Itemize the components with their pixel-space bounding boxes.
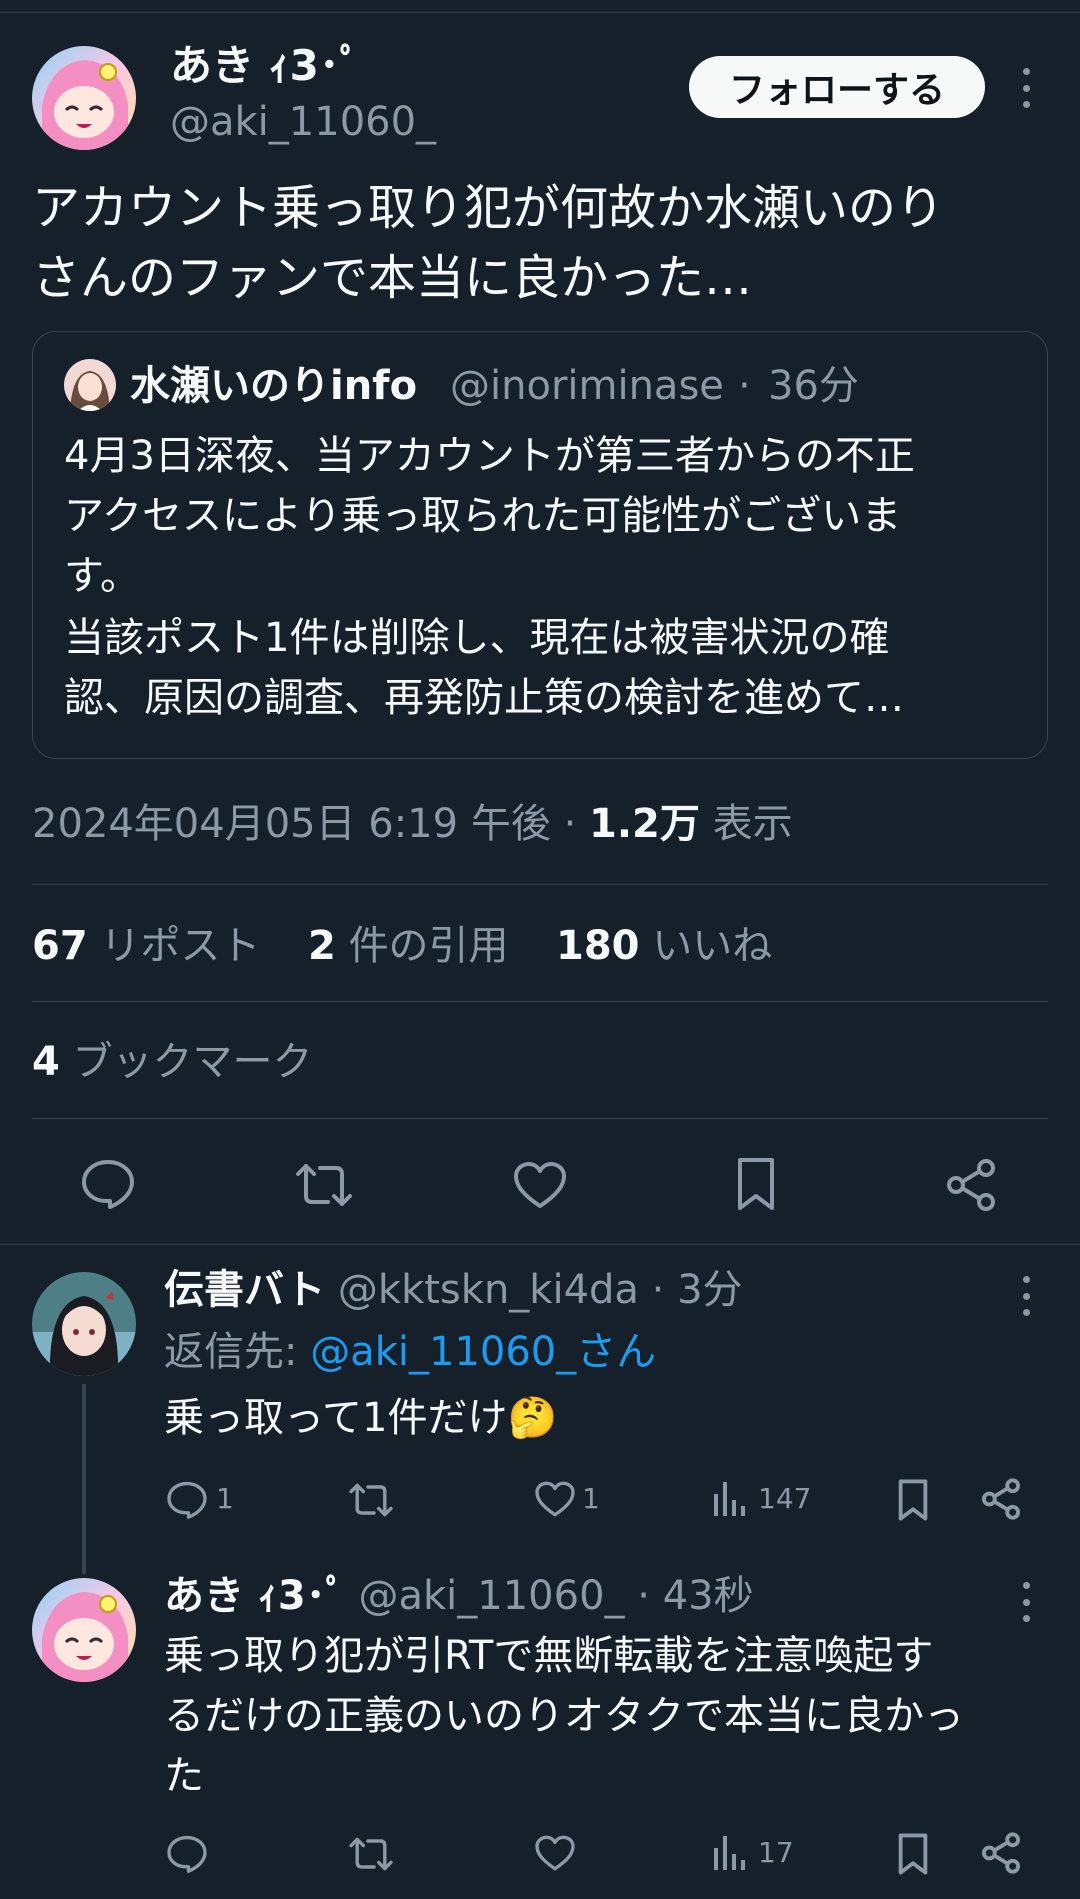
views-count: 1.2万 xyxy=(589,801,700,847)
replying-to: 返信先: @aki_11060_さん xyxy=(164,1326,656,1378)
timestamp[interactable]: 2024年04月05日 6:19 午後 xyxy=(32,801,551,847)
like-count: 1 xyxy=(582,1482,600,1515)
reply-icon[interactable] xyxy=(166,1834,208,1874)
section-divider xyxy=(0,1244,1080,1245)
more-options-icon[interactable] xyxy=(1018,1582,1034,1622)
reply-header: あき ｨ3･ﾟ @aki_11060_ · 43秒 xyxy=(164,1570,754,1622)
reply-text-line: 乗っ取り犯が引RTで無断転載を注意喚起す xyxy=(164,1633,934,1679)
thread-connector xyxy=(82,1384,86,1574)
like-icon[interactable] xyxy=(512,1160,568,1210)
quoted-text-line: アクセスにより乗っ取られた可能性がございま xyxy=(64,493,902,539)
author-name[interactable]: あき ｨ3･ﾟ xyxy=(170,40,361,92)
quoted-text-line: す。 xyxy=(64,553,140,599)
reply-header: 伝書バト @kktskn_ki4da · 3分 xyxy=(164,1264,743,1316)
quoted-author-name[interactable]: 水瀬いのりinfo xyxy=(130,360,417,412)
view-count: 147 xyxy=(758,1482,812,1515)
reply-author-name[interactable]: あき ｨ3･ﾟ xyxy=(164,1573,346,1619)
reposts-stat[interactable]: 67 リポスト xyxy=(32,920,260,972)
view-count: 17 xyxy=(758,1836,794,1869)
reply-text: 乗っ取って1件だけ🤔 xyxy=(164,1395,558,1441)
bookmark-icon[interactable] xyxy=(896,1832,930,1876)
reposts-label: リポスト xyxy=(100,923,261,969)
bookmark-icon[interactable] xyxy=(896,1478,930,1522)
reply-icon[interactable] xyxy=(80,1158,136,1210)
replying-to-prefix: 返信先: xyxy=(164,1329,311,1375)
top-divider xyxy=(0,12,1080,13)
replying-to-link[interactable]: @aki_11060_さん xyxy=(310,1329,656,1375)
repost-icon[interactable] xyxy=(348,1480,394,1520)
share-icon[interactable] xyxy=(980,1478,1022,1520)
divider xyxy=(32,1001,1048,1002)
reply-text-line: るだけの正義のいのりオタクで本当に良かっ xyxy=(164,1693,964,1739)
avatar[interactable] xyxy=(32,1272,136,1376)
divider xyxy=(32,1118,1048,1119)
bookmarks-label: ブックマーク xyxy=(72,1039,313,1085)
like-icon[interactable] xyxy=(534,1480,576,1518)
quoted-time: 36分 xyxy=(768,363,859,409)
post-text-line-2: さんのファンで本当に良かった… xyxy=(32,250,753,306)
quoted-author-avatar[interactable] xyxy=(64,359,116,411)
repost-icon[interactable] xyxy=(348,1834,394,1874)
quoted-text-line: 認、原因の調査、再発防止策の検討を進めて… xyxy=(64,675,904,721)
post-meta: 2024年04月05日 6:19 午後 · 1.2万 表示 xyxy=(32,798,793,850)
reply-separator: · xyxy=(637,1573,650,1619)
bookmark-icon[interactable] xyxy=(734,1156,778,1212)
more-options-icon[interactable] xyxy=(1018,68,1034,108)
views-icon[interactable] xyxy=(712,1480,746,1518)
quotes-label: 件の引用 xyxy=(348,923,509,969)
quoted-text-line: 当該ポスト1件は削除し、現在は被害状況の確 xyxy=(64,615,890,661)
reply-text-line: た xyxy=(164,1753,204,1799)
views-label: 表示 xyxy=(712,801,793,847)
quotes-count: 2 xyxy=(308,923,336,969)
repost-icon[interactable] xyxy=(294,1160,354,1210)
likes-label: いいね xyxy=(652,923,773,969)
quoted-separator: · xyxy=(738,363,751,409)
quoted-text-line: 4月3日深夜、当アカウントが第三者からの不正 xyxy=(64,433,915,479)
reposts-count: 67 xyxy=(32,923,88,969)
avatar[interactable] xyxy=(32,46,136,150)
reply-count: 1 xyxy=(216,1482,234,1515)
reply-separator: · xyxy=(651,1267,665,1313)
follow-button[interactable]: フォローする xyxy=(689,56,985,118)
share-icon[interactable] xyxy=(980,1832,1022,1874)
likes-stat[interactable]: 180 いいね xyxy=(556,920,772,972)
avatar[interactable] xyxy=(32,1578,136,1682)
reply-time: 43秒 xyxy=(662,1573,754,1619)
author-handle[interactable]: @aki_11060_ xyxy=(170,96,436,148)
like-icon[interactable] xyxy=(534,1834,576,1872)
more-options-icon[interactable] xyxy=(1018,1276,1034,1316)
share-icon[interactable] xyxy=(944,1158,998,1212)
reply-time: 3分 xyxy=(677,1267,743,1313)
bookmarks-count: 4 xyxy=(32,1039,60,1085)
reply-author-name[interactable]: 伝書バト xyxy=(164,1267,325,1313)
likes-count: 180 xyxy=(556,923,640,969)
divider xyxy=(32,884,1048,885)
post-text-line-1: アカウント乗っ取り犯が何故か水瀬いのり xyxy=(32,180,945,236)
reply-author-handle[interactable]: @kktskn_ki4da xyxy=(338,1267,639,1313)
quoted-author-handle[interactable]: @inoriminase xyxy=(450,360,724,412)
reply-icon[interactable] xyxy=(166,1480,208,1520)
bookmarks-stat[interactable]: 4 ブックマーク xyxy=(32,1036,313,1088)
quotes-stat[interactable]: 2 件の引用 xyxy=(308,920,509,972)
meta-separator: · xyxy=(563,801,577,847)
views-icon[interactable] xyxy=(712,1834,746,1872)
reply-author-handle[interactable]: @aki_11060_ xyxy=(358,1573,624,1619)
